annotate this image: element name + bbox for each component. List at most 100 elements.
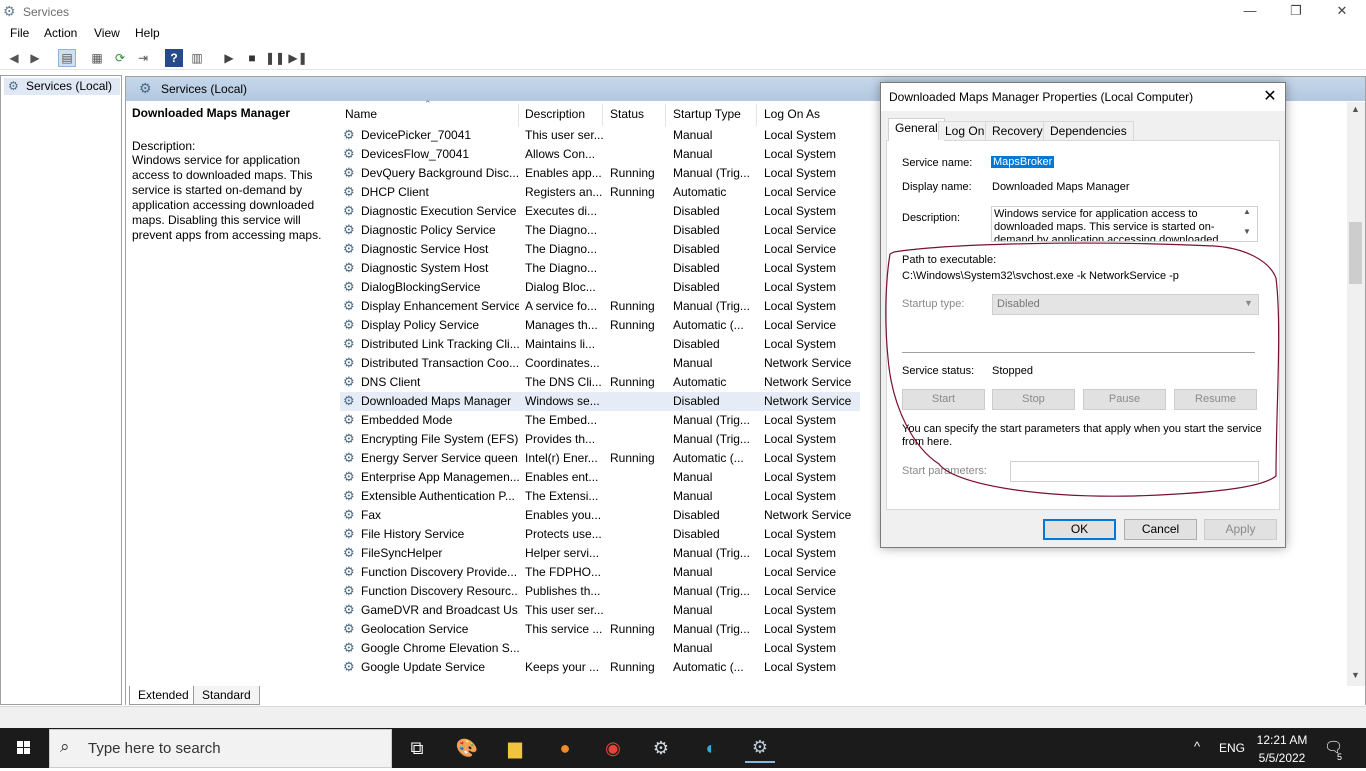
chevron-up-icon[interactable]: ^ [1194, 739, 1200, 754]
table-row[interactable]: ⚙ Extensible Authentication P... The Exten… [340, 487, 860, 506]
refresh-icon[interactable]: ⟳ [111, 49, 129, 67]
settings-gear-icon[interactable]: ⚙ [646, 733, 676, 763]
table-row[interactable]: ⚙ DevicesFlow_70041 Allows Con... Manual Loc… [340, 145, 860, 164]
forward-icon[interactable]: ▶ [26, 49, 44, 67]
menu-action[interactable]: Action [44, 26, 77, 40]
media-player-icon[interactable]: ● [550, 733, 580, 763]
column-header-log-on-as[interactable]: Log On As [764, 107, 820, 125]
dialog-close-icon[interactable]: ✕ [1258, 86, 1282, 106]
tab-recovery[interactable]: Recovery [985, 121, 1050, 140]
table-row[interactable]: ⚙ DNS Client The DNS Cli... Running Automati… [340, 373, 860, 392]
table-row[interactable]: ⚙ Energy Server Service queen... Intel(r) … [340, 449, 860, 468]
properties-icon[interactable]: ▦ [88, 49, 106, 67]
column-divider[interactable] [665, 104, 666, 126]
table-row[interactable]: ⚙ Function Discovery Provide... The FDPHO.… [340, 563, 860, 582]
cell-name: Function Discovery Provide... [361, 565, 518, 579]
restore-button[interactable]: ❐ [1273, 0, 1319, 24]
table-row[interactable]: ⚙ Geolocation Service This service ... Runn… [340, 620, 860, 639]
scroll-down-icon[interactable]: ▼ [1243, 227, 1251, 236]
services-taskbar-icon[interactable]: ⚙ [745, 733, 775, 763]
tab-standard[interactable]: Standard [193, 686, 260, 705]
description-line: prevent apps from accessing maps. [132, 228, 322, 242]
ok-button[interactable]: OK [1043, 519, 1116, 540]
annotation-outline [885, 242, 1280, 497]
tab-log-on[interactable]: Log On [938, 121, 992, 140]
tree-item-services-local[interactable]: ⚙ Services (Local) [4, 78, 120, 95]
table-row[interactable]: ⚙ Downloaded Maps Manager Windows se... Dis… [340, 392, 860, 411]
table-row[interactable]: ⚙ Function Discovery Resourc... Publishes … [340, 582, 860, 601]
column-divider[interactable] [756, 104, 757, 126]
restart-service-icon[interactable]: ▶❚ [288, 49, 307, 67]
table-row[interactable]: ⚙ DevQuery Background Disc... Enables app.… [340, 164, 860, 183]
cell-name: Energy Server Service queen... [361, 451, 519, 465]
column-header-startup-type[interactable]: Startup Type [673, 107, 741, 125]
minimize-button[interactable]: — [1227, 0, 1273, 24]
column-header-description[interactable]: Description [525, 107, 585, 125]
close-button[interactable]: ✕ [1319, 0, 1365, 24]
edge-icon[interactable]: ◐ [696, 733, 726, 763]
column-divider[interactable] [518, 104, 519, 126]
service-name-value[interactable]: MapsBroker [991, 156, 1055, 168]
language-indicator[interactable]: ENG [1219, 741, 1245, 755]
cell-log-on-as: Local System [764, 166, 837, 180]
menu-file[interactable]: File [10, 26, 29, 40]
table-row[interactable]: ⚙ DevicePicker_70041 This user ser... Manua… [340, 126, 860, 145]
help-icon[interactable]: ? [165, 49, 183, 67]
vertical-scrollbar[interactable] [1347, 102, 1365, 686]
scroll-up-icon[interactable]: ▲ [1351, 104, 1360, 114]
description-line: downloaded maps. This service is started… [994, 221, 1215, 233]
table-row[interactable]: ⚙ Enterprise App Managemen... Enables ent.… [340, 468, 860, 487]
export-list-icon[interactable]: ⇥ [134, 49, 152, 67]
stop-service-icon[interactable]: ■ [243, 49, 261, 67]
table-row[interactable]: ⚙ Diagnostic Policy Service The Diagno... D… [340, 221, 860, 240]
tab-general[interactable]: General [888, 118, 945, 141]
chrome-icon[interactable]: ◉ [598, 733, 628, 763]
console-tree-icon[interactable]: ▤ [58, 49, 76, 67]
cancel-button[interactable]: Cancel [1124, 519, 1197, 540]
cell-log-on-as: Local System [764, 622, 837, 636]
table-row[interactable]: ⚙ Diagnostic Execution Service Executes di… [340, 202, 860, 221]
table-row[interactable]: ⚙ FileSyncHelper Helper servi... Manual (Tr… [340, 544, 860, 563]
apply-button[interactable]: Apply [1204, 519, 1277, 540]
table-row[interactable]: ⚙ Google Update Service Keeps your ... Runn… [340, 658, 860, 677]
clock-date[interactable]: 5/5/2022 [1253, 751, 1311, 765]
scroll-down-icon[interactable]: ▼ [1351, 670, 1360, 680]
table-row[interactable]: ⚙ DHCP Client Registers an... Running Automa… [340, 183, 860, 202]
table-row[interactable]: ⚙ Fax Enables you... Disabled Network Servic… [340, 506, 860, 525]
table-row[interactable]: ⚙ Embedded Mode The Embed... Manual (Trig..… [340, 411, 860, 430]
task-view-icon[interactable]: ⧉ [402, 733, 432, 763]
cell-log-on-as: Local System [764, 527, 837, 541]
table-row[interactable]: ⚙ Google Chrome Elevation S... Manual Local… [340, 639, 860, 658]
cell-log-on-as: Network Service [764, 375, 852, 389]
description-textbox[interactable]: Windows service for application access t… [991, 206, 1258, 242]
table-row[interactable]: ⚙ Display Enhancement Service A service fo… [340, 297, 860, 316]
menu-help[interactable]: Help [135, 26, 160, 40]
start-service-icon[interactable]: ▶ [220, 49, 238, 67]
start-button[interactable] [0, 728, 48, 768]
menu-view[interactable]: View [94, 26, 120, 40]
column-divider[interactable] [602, 104, 603, 126]
table-row[interactable]: ⚙ DialogBlockingService Dialog Bloc... Disa… [340, 278, 860, 297]
tab-dependencies[interactable]: Dependencies [1043, 121, 1134, 140]
table-row[interactable]: ⚙ Diagnostic System Host The Diagno... Disa… [340, 259, 860, 278]
service-gear-icon: ⚙ [343, 127, 355, 142]
column-header-status[interactable]: Status [610, 107, 644, 125]
table-row[interactable]: ⚙ Encrypting File System (EFS) Provides th… [340, 430, 860, 449]
clock-time[interactable]: 12:21 AM [1253, 733, 1311, 747]
paint-app-icon[interactable]: 🎨 [452, 733, 482, 763]
table-row[interactable]: ⚙ File History Service Protects use... Disa… [340, 525, 860, 544]
back-icon[interactable]: ◀ [5, 49, 23, 67]
table-row[interactable]: ⚙ Diagnostic Service Host The Diagno... Dis… [340, 240, 860, 259]
file-explorer-icon[interactable]: ▆ [500, 733, 530, 763]
tab-extended[interactable]: Extended [129, 686, 198, 705]
display-name-value[interactable]: Downloaded Maps Manager [992, 181, 1130, 193]
table-row[interactable]: ⚙ Distributed Transaction Coo... Coordinat… [340, 354, 860, 373]
scrollbar-thumb[interactable] [1349, 222, 1362, 284]
table-row[interactable]: ⚙ Distributed Link Tracking Cli... Maintai… [340, 335, 860, 354]
pause-service-icon[interactable]: ❚❚ [265, 49, 285, 67]
table-row[interactable]: ⚙ Display Policy Service Manages th... Runn… [340, 316, 860, 335]
action-pane-icon[interactable]: ▥ [188, 49, 206, 67]
scroll-up-icon[interactable]: ▲ [1243, 207, 1251, 216]
table-row[interactable]: ⚙ GameDVR and Broadcast Us... This user se… [340, 601, 860, 620]
column-header-name[interactable]: Name [345, 107, 377, 125]
